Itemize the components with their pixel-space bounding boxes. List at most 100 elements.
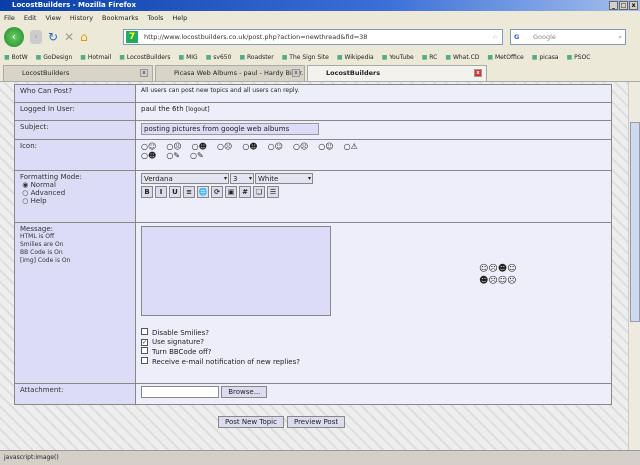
bookmark-item[interactable]: YouTube — [382, 54, 413, 61]
message-textarea[interactable] — [141, 226, 331, 316]
icon-glyph: ☻ — [198, 142, 207, 151]
icon-option[interactable]: ○☺ — [268, 142, 288, 151]
checkbox[interactable] — [141, 328, 148, 335]
icon-option[interactable]: ○☻ — [141, 151, 161, 160]
menu-bookmarks[interactable]: Bookmarks — [102, 14, 138, 22]
reload-icon[interactable]: ↻ — [48, 30, 58, 44]
stop-icon[interactable]: ✕ — [64, 30, 74, 44]
toolbar-button[interactable]: ☰ — [267, 186, 279, 198]
toolbar-button[interactable]: B — [141, 186, 153, 198]
option-label: Disable Smilies? — [152, 329, 209, 337]
size-select[interactable]: 3 — [230, 173, 254, 184]
bookmark-item[interactable]: Roadster — [239, 54, 274, 61]
home-icon[interactable]: ⌂ — [80, 30, 88, 44]
who-value: All users can post new topics and all us… — [135, 84, 612, 103]
bookmark-item[interactable]: Hotmail — [80, 54, 111, 61]
close-tab-icon[interactable]: x — [292, 69, 300, 77]
preview-post-button[interactable]: Preview Post — [286, 416, 346, 428]
menu-view[interactable]: View — [45, 14, 60, 22]
icon-glyph: ✎ — [173, 151, 181, 160]
browse-button[interactable]: Browse... — [221, 386, 268, 398]
color-select[interactable]: White — [255, 173, 313, 184]
toolbar-button[interactable]: U — [169, 186, 181, 198]
bookmark-item[interactable]: MIG — [179, 54, 198, 61]
format-label: Formatting Mode: — [20, 173, 82, 181]
attachment-input[interactable] — [141, 386, 219, 398]
bookmark-item[interactable]: picasa — [532, 54, 558, 61]
icon-glyph: ☻ — [147, 151, 157, 160]
mode-advanced-radio[interactable]: ○ Advanced — [20, 189, 130, 197]
toolbar-button[interactable]: ⟳ — [211, 186, 223, 198]
icon-option[interactable]: ○✎ — [166, 151, 185, 160]
close-tab-icon[interactable]: x — [140, 69, 148, 77]
option-checkbox[interactable]: Disable Smilies? — [141, 328, 606, 338]
menu-edit[interactable]: Edit — [24, 14, 37, 22]
close-button[interactable]: x — [629, 1, 638, 10]
tab-label: LocostBuilders — [22, 69, 70, 77]
menu-history[interactable]: History — [70, 14, 93, 22]
icon-option[interactable]: ○⚠ — [344, 142, 363, 151]
site-favicon: 7 — [126, 31, 138, 43]
menu-file[interactable]: File — [4, 14, 15, 22]
icon-option[interactable]: ○☺ — [318, 142, 338, 151]
mode-label: Advanced — [30, 189, 66, 197]
tab-locostbuilders-active[interactable]: LocostBuilders x — [307, 65, 487, 81]
vertical-scrollbar[interactable] — [628, 82, 640, 450]
post-new-topic-button[interactable]: Post New Topic — [218, 416, 284, 428]
checkbox[interactable]: ✓ — [141, 339, 148, 346]
subject-input[interactable]: posting pictures from google web albums — [141, 123, 319, 135]
icon-glyph: ✎ — [197, 151, 204, 160]
bookmark-item[interactable]: What.CD — [445, 54, 479, 61]
icon-option[interactable]: ○☺ — [141, 142, 161, 151]
checkbox[interactable] — [141, 357, 148, 364]
scrollbar-thumb[interactable] — [630, 122, 640, 322]
close-tab-icon[interactable]: x — [474, 69, 482, 77]
logout-link[interactable]: [logout] — [186, 106, 210, 113]
back-button[interactable]: ‹ — [4, 27, 24, 47]
bookmark-item[interactable]: RC — [422, 54, 437, 61]
toolbar-button[interactable]: 🌐 — [197, 186, 209, 198]
mode-help-radio[interactable]: ○ Help — [20, 197, 130, 205]
icon-glyph: ☺ — [147, 142, 157, 151]
icon-option[interactable]: ○☻ — [192, 142, 212, 151]
bookmark-item[interactable]: MetOffice — [487, 54, 524, 61]
url-bar[interactable]: 7 http://www.locostbuilders.co.uk/post.ph… — [123, 29, 503, 45]
toolbar-button[interactable]: ❏ — [253, 186, 265, 198]
icon-option[interactable]: ○☹ — [166, 142, 186, 151]
icon-option[interactable]: ○☻ — [242, 142, 262, 151]
toolbar-button[interactable]: ≡ — [183, 186, 195, 198]
menu-help[interactable]: Help — [172, 14, 187, 22]
bookmark-item[interactable]: sv650 — [206, 54, 231, 61]
star-icon[interactable]: ☆ — [492, 30, 498, 44]
toolbar-button[interactable]: # — [239, 186, 251, 198]
forward-button[interactable]: › — [30, 30, 42, 44]
search-icon[interactable]: ⌕ — [618, 30, 622, 44]
icon-option[interactable]: ○☹ — [293, 142, 313, 151]
search-input[interactable]: G Google ⌕ — [510, 29, 626, 45]
bookmark-item[interactable]: The Sign Site — [282, 54, 329, 61]
icon-option[interactable]: ○☹ — [217, 142, 237, 151]
bookmark-item[interactable]: GoDesign — [36, 54, 72, 61]
toolbar-button[interactable]: ▣ — [225, 186, 237, 198]
bookmark-item[interactable]: BotW — [4, 54, 28, 61]
checkbox[interactable] — [141, 347, 148, 354]
bookmark-item[interactable]: Wikipedia — [337, 54, 373, 61]
bookmark-item[interactable]: PSOC — [567, 54, 590, 61]
tab-locostbuilders[interactable]: LocostBuilders x — [3, 65, 153, 81]
option-checkbox[interactable]: ✓ Use signature? — [141, 338, 606, 347]
option-checkbox[interactable]: Receive e-mail notification of new repli… — [141, 357, 606, 367]
bookmark-item[interactable]: LocostBuilders — [119, 54, 171, 61]
tab-picasa[interactable]: Picasa Web Albums - paul - Hardy Biker..… — [155, 65, 305, 81]
tab-label: Picasa Web Albums - paul - Hardy Biker..… — [174, 69, 305, 77]
minimize-button[interactable]: _ — [609, 1, 618, 10]
smilies-panel[interactable]: ☺☹☻☺☻☹☺☹ — [479, 263, 525, 287]
option-checkbox[interactable]: Turn BBCode off? — [141, 347, 606, 357]
menu-tools[interactable]: Tools — [147, 14, 163, 22]
user-label: Logged In User: — [14, 102, 136, 121]
mode-normal-radio[interactable]: ◉ Normal — [20, 181, 130, 189]
font-select[interactable]: Verdana — [141, 173, 229, 184]
icon-glyph: ☹ — [173, 142, 182, 151]
maximize-button[interactable]: □ — [619, 1, 628, 10]
icon-option[interactable]: ○✎ — [190, 151, 209, 160]
toolbar-button[interactable]: I — [155, 186, 167, 198]
